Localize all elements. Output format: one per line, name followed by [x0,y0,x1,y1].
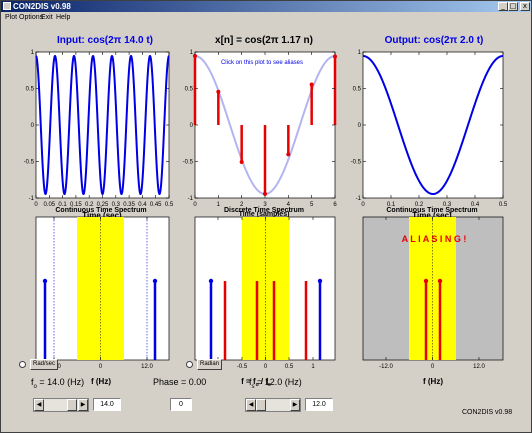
output-plot-title: Output: cos(2π 2.0 t) [385,35,484,46]
output-signal-plot: Output: cos(2π 2.0 t) 0 0.1 0.2 0.3 0.4 0.510… [351,35,508,220]
menu-plot-options[interactable]: Plot Options [5,12,43,23]
fs-slider[interactable]: ◀ ▶ [245,398,301,412]
input-spectrum-xlabel: f (Hz) [91,377,111,386]
discrete-spectrum-xtick: 0.5 [285,364,294,370]
fo-label: fo = 14.0 (Hz) [31,377,85,390]
fo-slider-right-arrow[interactable]: ▶ [78,399,88,411]
output-plot-area[interactable] [362,51,504,199]
phase-value-input[interactable]: 0 [170,398,192,411]
input-ytick: 1 [31,50,35,56]
discrete-ytick: -1 [188,196,194,202]
fo-slider[interactable]: ◀ ▶ [33,398,89,412]
input-signal-plot: Input: cos(2π 14.0 t) 0 0.05 0.1 0.15 0.2 0.2… [24,35,174,220]
discrete-spectrum-xtick: 1 [311,364,315,370]
figure-canvas: Input: cos(2π 14.0 t) 0 0.05 0.1 0.15 0.2 0.2… [24,35,508,388]
fs-slider-left-arrow[interactable]: ◀ [246,399,256,411]
output-ytick: -1 [356,196,362,202]
input-ytick: 0 [31,123,35,129]
discrete-xtick: 1 [217,202,221,208]
fo-value-input[interactable]: 14.0 [93,398,121,411]
input-plot-area[interactable] [35,51,170,199]
discrete-ytick: 1 [190,50,194,56]
input-spectrum-xtick: 12.0 [141,364,153,370]
close-button[interactable]: x [520,2,530,11]
discrete-xtick: 5 [310,202,314,208]
output-spectrum-xtick: -12.0 [379,364,393,370]
discrete-spectrum-title: Discrete Time Spectrum [224,207,304,214]
radian-toggle[interactable]: Radian [197,359,223,370]
input-plot-title: Input: cos(2π 14.0 t) [57,35,153,46]
maximize-button[interactable]: □ [508,2,518,11]
fs-slider-right-arrow[interactable]: ▶ [290,399,300,411]
sample-marker [286,152,291,157]
discrete-spectrum-xtick: 0 [264,364,268,370]
rad-sec-toggle[interactable]: Rad/sec [30,359,59,370]
menu-help[interactable]: Help [56,12,70,23]
output-xtick: 0 [361,202,365,208]
sample-marker [333,54,337,59]
menu-bar: Plot Options Exit Help [1,12,531,23]
discrete-ytick: -0.5 [183,160,194,166]
title-bar[interactable]: CON2DIS v0.98 _ □ x [1,1,531,12]
input-spectrum-title: Continuous Time Spectrum [55,207,146,214]
fs-slider-thumb[interactable] [256,399,266,411]
version-label: CON2DIS v0.98 [462,409,513,416]
input-spectrum-xtick: 0 [99,364,103,370]
phase-label: Phase = 0.00 [153,377,207,387]
sample-marker [239,159,244,164]
window-title: CON2DIS v0.98 [13,2,71,11]
input-ytick: -0.5 [24,160,35,166]
output-ytick: 0 [358,123,362,129]
discrete-ytick: 0.5 [185,87,194,93]
con2dis-window: CON2DIS v0.98 _ □ x Plot Options Exit He… [0,0,532,433]
input-xtick: 0.45 [150,202,162,208]
output-ytick: 0.5 [353,87,362,93]
output-spectrum-plot: Continuous Time Spectrum A L I A S I N G… [362,207,504,386]
sample-marker [309,82,314,87]
fo-slider-left-arrow[interactable]: ◀ [34,399,44,411]
output-spectrum-xlabel: f (Hz) [423,377,443,386]
sample-marker [216,89,221,94]
alias-hint-text: Click on this plot to see aliases [221,60,303,66]
discrete-plot-title: x[n] = cos(2π 1.17 n) [215,35,313,46]
matlab-app-icon [3,2,11,10]
input-xtick: 0 [34,202,38,208]
output-xtick: 0.5 [499,202,508,208]
discrete-ytick: 0 [190,123,194,129]
rad-sec-radio[interactable] [19,361,26,368]
output-spectrum-title: Continuous Time Spectrum [386,207,477,214]
input-ytick: 0.5 [26,87,35,93]
radian-radio[interactable] [186,361,193,368]
discrete-xtick: 6 [333,202,337,208]
input-xtick: 0.05 [43,202,55,208]
output-ytick: -0.5 [351,160,362,166]
minimize-button[interactable]: _ [498,2,508,11]
fs-label: fs = 12.0 (Hz) [249,377,302,390]
discrete-spectrum-xtick: -0.5 [237,364,248,370]
input-ytick: -1 [29,196,35,202]
discrete-xtick: 0 [193,202,197,208]
output-ytick: 1 [358,50,362,56]
aliasing-warning: A L I A S I N G ! [402,234,467,244]
discrete-signal-plot: x[n] = cos(2π 1.17 n) 0 1 2 3 4 5 610.50-0.5-1… [183,35,338,218]
menu-exit[interactable]: Exit [41,12,53,23]
fs-value-input[interactable]: 12.0 [305,398,333,411]
output-spectrum-xtick: 0 [431,364,435,370]
input-xtick: 0.5 [165,202,174,208]
output-spectrum-xtick: 12.0 [473,364,485,370]
fo-slider-thumb[interactable] [67,399,77,411]
